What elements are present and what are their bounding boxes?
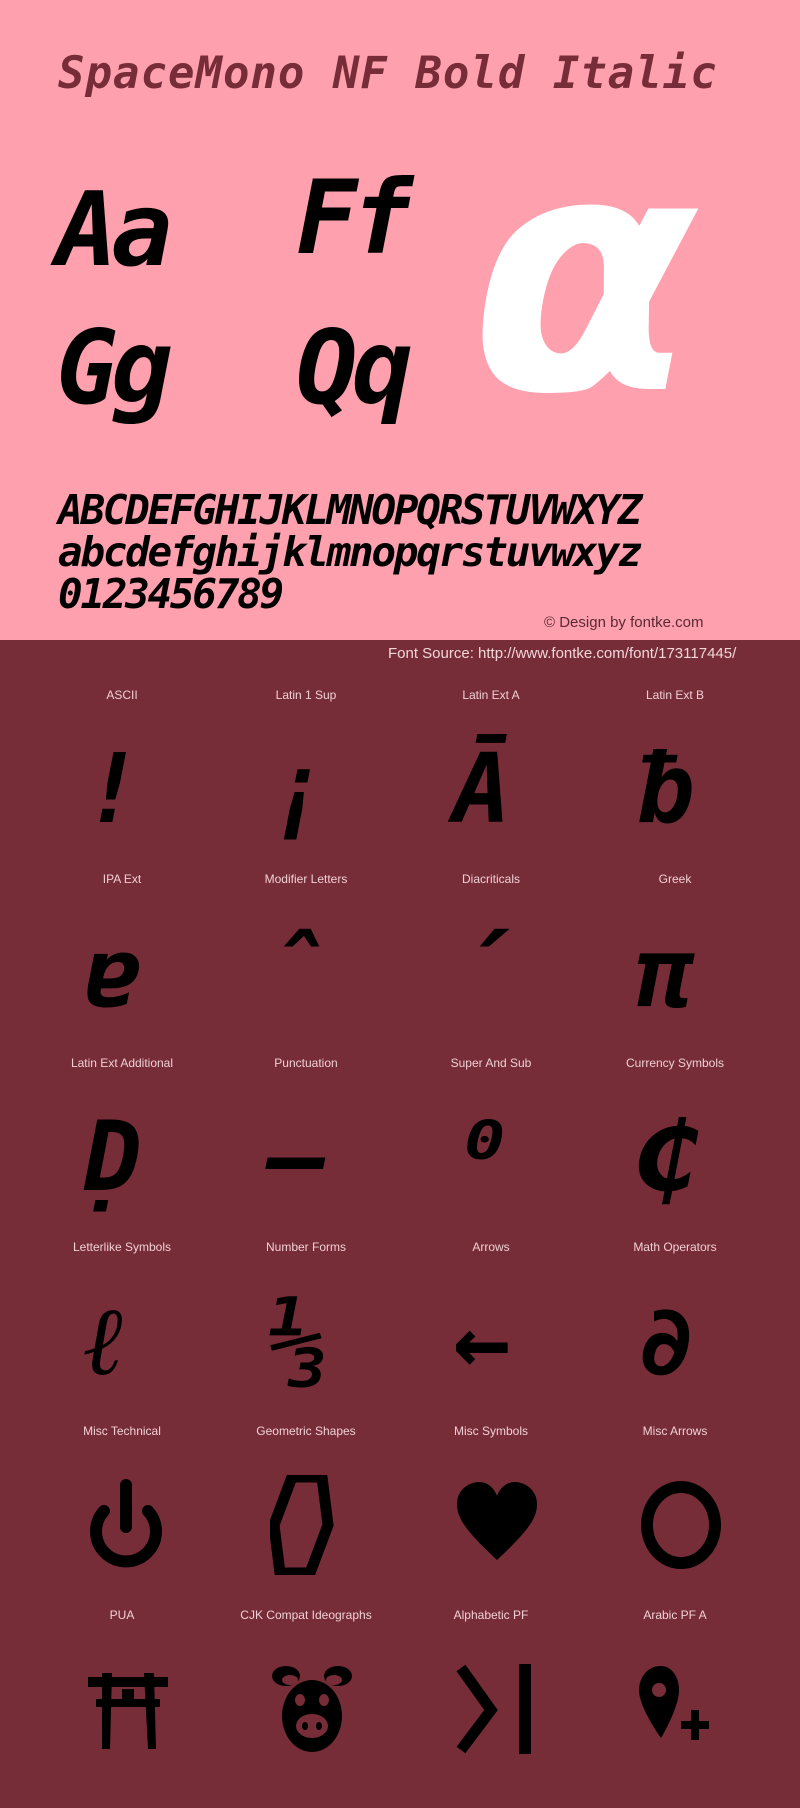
block-math-operators: Math Operators ∂: [583, 1240, 767, 1424]
glyph-char: π: [637, 917, 695, 1029]
block-glyph: Ḍ: [30, 1082, 214, 1232]
block-pua: PUA: [30, 1608, 214, 1792]
block-glyph: ←: [399, 1266, 583, 1416]
block-label: Letterlike Symbols: [72, 1240, 172, 1254]
block-glyph: ⅓: [214, 1266, 398, 1416]
font-source-link[interactable]: Font Source: http://www.fontke.com/font/…: [388, 645, 736, 662]
block-label: Misc Symbols: [453, 1424, 528, 1438]
glyph-char: ⅓: [268, 1285, 326, 1397]
heart-icon: [399, 1450, 583, 1600]
block-geometric-shapes: Geometric Shapes: [214, 1424, 398, 1608]
block-label: Modifier Letters: [264, 872, 348, 886]
block-label: Alphabetic PF: [453, 1608, 529, 1622]
block-label: ASCII: [106, 688, 138, 702]
block-label: Greek: [658, 872, 692, 886]
ring-icon: [583, 1450, 767, 1600]
block-glyph: ˆ: [214, 898, 398, 1048]
block-label: Geometric Shapes: [256, 1424, 356, 1438]
glyph-char: ¡: [268, 733, 326, 845]
block-glyph: ƀ: [583, 714, 767, 864]
glyph-char: ℓ: [84, 1285, 126, 1397]
block-latin-ext-b: Latin Ext B ƀ: [583, 688, 767, 872]
block-label: Punctuation: [274, 1056, 338, 1070]
glyph-char: ∂: [637, 1285, 695, 1397]
glyph-char: ₵: [637, 1101, 695, 1213]
block-label: Latin Ext B: [645, 688, 705, 702]
sample-ff: Ff: [296, 159, 413, 278]
sample-qq: Qq: [296, 309, 413, 428]
glyph-char: ←: [453, 1285, 511, 1397]
block-glyph: ₵: [583, 1082, 767, 1232]
block-label: Currency Symbols: [625, 1056, 725, 1070]
glyph-char: ˆ: [268, 917, 326, 1029]
block-label: IPA Ext: [102, 872, 142, 886]
block-glyph: ⁰: [399, 1082, 583, 1232]
torii-gate-icon: [30, 1634, 214, 1784]
glyph-char: ´: [453, 917, 511, 1029]
block-glyph: ∂: [583, 1266, 767, 1416]
block-label: Latin Ext Additional: [70, 1056, 174, 1070]
block-label: Super And Sub: [450, 1056, 532, 1070]
glyph-char: Ā: [453, 733, 511, 845]
uppercase-alphabet: ABCDEFGHIJKLMNOPQRSTUVWXYZ: [58, 486, 642, 534]
block-label: PUA: [109, 1608, 135, 1622]
pig-face-icon: [214, 1634, 398, 1784]
glyph-char: !: [84, 733, 142, 845]
block-glyph: !: [30, 714, 214, 864]
block-label: Misc Arrows: [642, 1424, 708, 1438]
block-modifier-letters: Modifier Letters ˆ: [214, 872, 398, 1056]
block-latin-1-sup: Latin 1 Sup ¡: [214, 688, 398, 872]
block-misc-arrows: Misc Arrows: [583, 1424, 767, 1608]
block-glyph: Ā: [399, 714, 583, 864]
block-currency-symbols: Currency Symbols ₵: [583, 1056, 767, 1240]
block-glyph: ´: [399, 898, 583, 1048]
block-label: Math Operators: [633, 1240, 717, 1254]
block-cjk-compat-ideographs: CJK Compat Ideographs: [214, 1608, 398, 1792]
block-glyph: ɐ: [30, 898, 214, 1048]
map-pin-plus-icon: [583, 1634, 767, 1784]
glyph-char: ɐ: [84, 917, 142, 1029]
block-ascii: ASCII!: [30, 688, 214, 872]
sample-gg: Gg: [56, 309, 173, 428]
block-punctuation: Punctuation –: [214, 1056, 398, 1240]
block-label: Number Forms: [265, 1240, 346, 1254]
block-label: Latin Ext A: [462, 688, 520, 702]
block-ipa-ext: IPA Ext ɐ: [30, 872, 214, 1056]
block-label: Latin 1 Sup: [275, 688, 337, 702]
block-latin-ext-a: Latin Ext A Ā: [399, 688, 583, 872]
block-alphabetic-pf: Alphabetic PF: [399, 1608, 583, 1792]
hexagon-outline-icon: [214, 1450, 398, 1600]
block-arabic-pf-a: Arabic PF A: [583, 1608, 767, 1792]
block-misc-symbols: Misc Symbols: [399, 1424, 583, 1608]
block-label: Misc Technical: [83, 1424, 161, 1438]
block-label: CJK Compat Ideographs: [240, 1608, 372, 1622]
block-misc-technical: Misc Technical: [30, 1424, 214, 1608]
block-label: Diacriticals: [461, 872, 520, 886]
block-number-forms: Number Forms ⅓: [214, 1240, 398, 1424]
design-credit: © Design by fontke.com: [544, 614, 704, 631]
block-glyph: π: [583, 898, 767, 1048]
lowercase-alphabet: abcdefghijklmnopqrstuvwxyz: [58, 528, 642, 576]
glyph-char: –: [268, 1101, 326, 1213]
hero-glyph: α: [470, 83, 697, 467]
block-letterlike-symbols: Letterlike Symbols ℓ: [30, 1240, 214, 1424]
sample-aa: Aa: [56, 171, 173, 290]
glyph-char: Ḍ: [84, 1101, 142, 1213]
chevron-bar-icon: [399, 1634, 583, 1784]
block-glyph: ℓ: [30, 1266, 214, 1416]
block-diacriticals: Diacriticals ´: [399, 872, 583, 1056]
block-super-and-sub: Super And Sub ⁰: [399, 1056, 583, 1240]
block-label: Arabic PF A: [643, 1608, 707, 1622]
block-glyph: –: [214, 1082, 398, 1232]
glyph-char: ⁰: [453, 1101, 511, 1213]
preview-panel: SpaceMono NF Bold Italic Aa Ff Gg Qq α A…: [0, 0, 800, 640]
digits: 0123456789: [58, 570, 284, 618]
block-label: Arrows: [472, 1240, 510, 1254]
block-latin-ext-additional: Latin Ext Additional Ḍ: [30, 1056, 214, 1240]
block-glyph: ¡: [214, 714, 398, 864]
power-icon: [30, 1450, 214, 1600]
glyph-char: ƀ: [637, 733, 695, 845]
block-arrows: Arrows ←: [399, 1240, 583, 1424]
block-greek: Greek π: [583, 872, 767, 1056]
